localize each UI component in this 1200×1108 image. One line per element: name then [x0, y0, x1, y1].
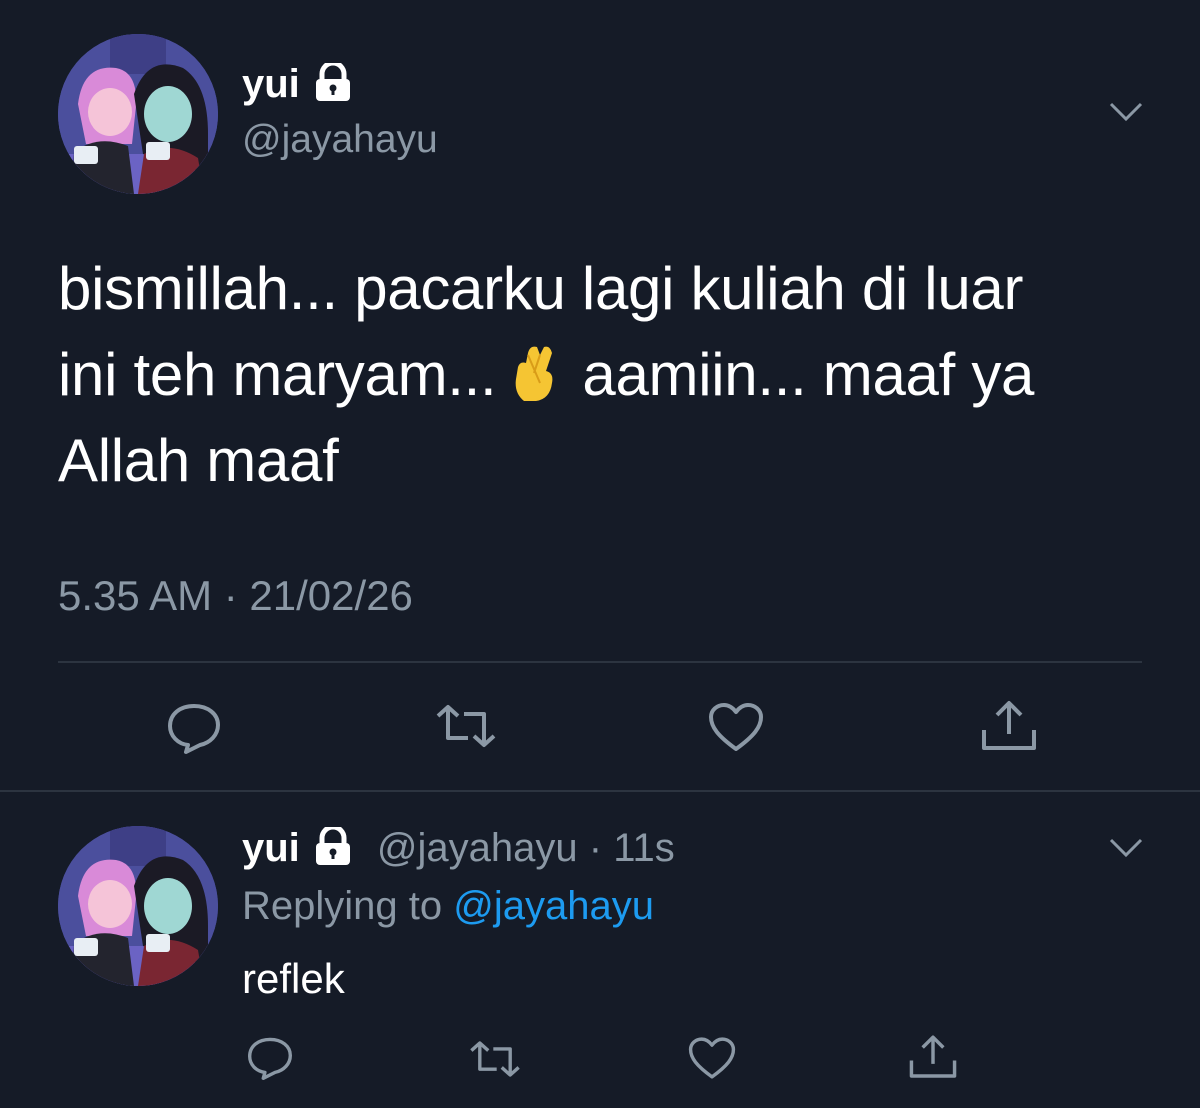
reply-header: yui @jayahayu · 11s — [242, 824, 675, 875]
replying-to-prefix: Replying to — [242, 884, 443, 928]
like-icon[interactable] — [688, 1036, 736, 1085]
tweet-text-segment: ini teh maryam... — [58, 341, 497, 408]
author-handle[interactable]: @jayahayu — [242, 118, 438, 162]
tweet-text-line: bismillah... pacarku lagi kuliah di luar — [58, 255, 1024, 322]
tweet-text-line: Allah maaf — [58, 427, 339, 494]
tweet-timestamp[interactable]: 5.35 AM · 21/02/26 — [58, 572, 413, 620]
like-icon[interactable] — [708, 702, 764, 757]
tweet-text-segment: aamiin... maaf ya — [582, 341, 1035, 408]
retweet-icon[interactable] — [434, 704, 498, 753]
lock-icon — [312, 60, 354, 111]
replying-to-mention[interactable]: @jayahayu — [453, 884, 654, 928]
divider — [0, 790, 1200, 792]
tweet-text-line: ini teh maryam... aamiin... maaf ya — [58, 332, 1148, 418]
chevron-down-icon[interactable] — [1108, 836, 1144, 865]
reply-text: reflek — [242, 955, 345, 1002]
author-handle[interactable]: @jayahayu — [377, 826, 578, 870]
divider — [58, 661, 1142, 663]
author-name[interactable]: yui — [242, 826, 300, 870]
chevron-down-icon[interactable] — [1108, 100, 1144, 129]
reply-icon[interactable] — [246, 1036, 294, 1085]
author-name[interactable]: yui — [242, 60, 354, 111]
share-icon[interactable] — [908, 1034, 958, 1085]
share-icon[interactable] — [980, 700, 1038, 757]
avatar[interactable] — [58, 34, 218, 194]
tweet-text: bismillah... pacarku lagi kuliah di luar… — [58, 246, 1148, 504]
reply-time[interactable]: · 11s — [589, 826, 675, 870]
avatar[interactable] — [58, 826, 218, 986]
lock-icon — [312, 824, 354, 875]
author-name-text[interactable]: yui — [242, 62, 300, 106]
crossed-fingers-icon — [510, 340, 560, 401]
retweet-icon[interactable] — [468, 1040, 522, 1083]
replying-to: Replying to @jayahayu — [242, 884, 654, 929]
reply-icon[interactable] — [166, 702, 222, 759]
